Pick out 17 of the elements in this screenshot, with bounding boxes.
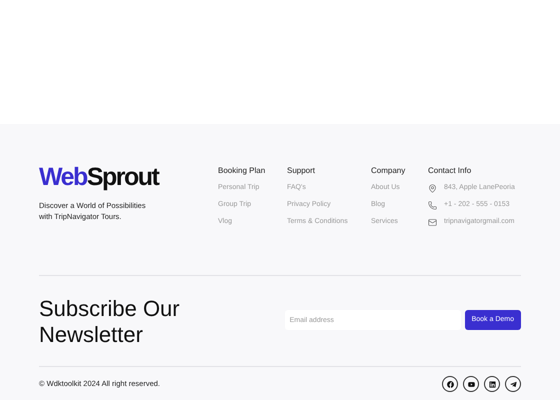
- facebook-icon: [446, 380, 454, 388]
- map-pin-icon: [428, 184, 437, 192]
- phone-icon: [428, 200, 437, 210]
- paper-plane-icon: [510, 380, 516, 388]
- column-heading: Company: [371, 166, 406, 176]
- column-heading: Contact Info: [428, 166, 472, 176]
- envelope-icon: [428, 218, 437, 226]
- telegram-button[interactable]: [505, 376, 521, 392]
- logo: WebSprout: [39, 166, 158, 190]
- youtube-icon: [468, 380, 474, 388]
- linkedin-button[interactable]: [484, 376, 500, 392]
- column-heading: Booking Plan: [218, 166, 266, 176]
- linkedin-icon: [488, 380, 496, 388]
- newsletter-heading: Subscribe Our Newsletter: [39, 296, 181, 348]
- column-heading: Support: [287, 166, 316, 176]
- facebook-button[interactable]: [442, 376, 458, 392]
- youtube-button[interactable]: [463, 376, 479, 392]
